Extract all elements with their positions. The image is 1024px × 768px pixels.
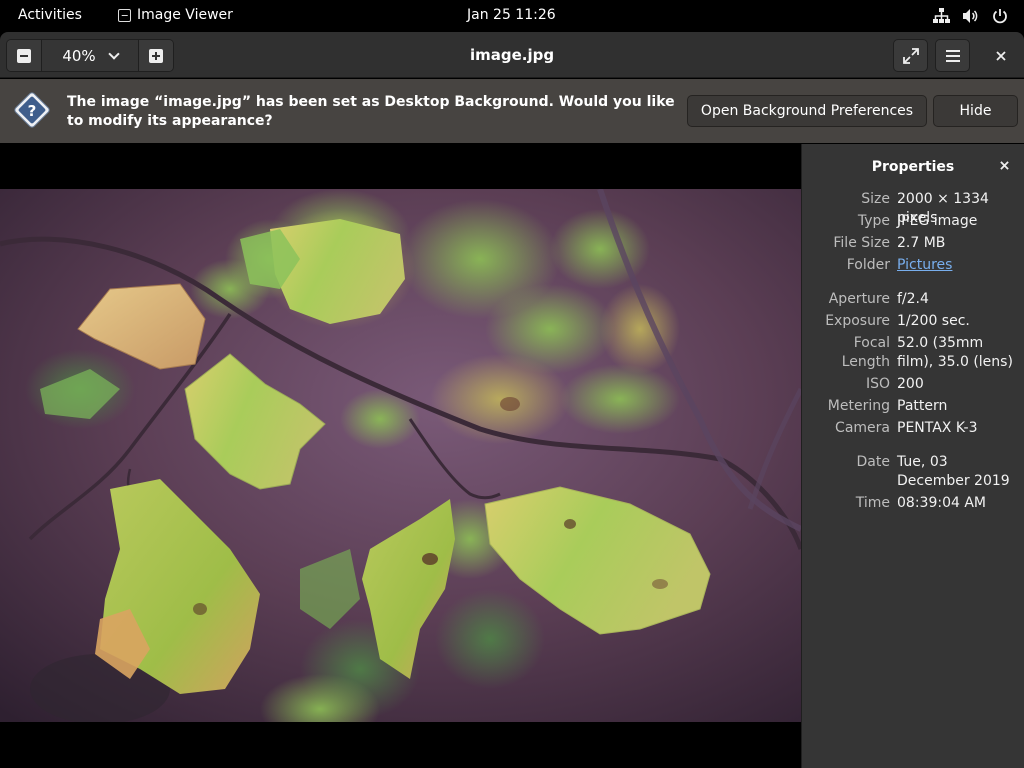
property-key: Time xyxy=(855,495,890,511)
folder-link[interactable]: Pictures xyxy=(897,256,1021,275)
property-key: ISO xyxy=(865,376,890,392)
property-file-size: File Size 2.7 MB xyxy=(802,234,1024,253)
close-icon xyxy=(1000,161,1009,170)
property-exposure: Exposure 1/200 sec. xyxy=(802,312,1024,331)
zoom-in-icon xyxy=(149,48,163,63)
question-icon: ? xyxy=(14,92,50,128)
property-value: Pattern xyxy=(897,398,948,414)
property-focal-length: Focal Length 52.0 (35mm film), 35.0 (len… xyxy=(802,334,1024,372)
property-folder: Folder Pictures xyxy=(802,256,1024,275)
close-icon xyxy=(995,50,1006,61)
property-value: 08:39:04 AM xyxy=(897,495,986,511)
property-key: Focal Length xyxy=(841,335,890,370)
property-type: Type JPEG image xyxy=(802,212,1024,231)
zoom-out-button[interactable] xyxy=(7,40,42,71)
system-tray[interactable] xyxy=(933,8,1008,24)
property-key: Metering xyxy=(827,398,890,414)
property-time: Time 08:39:04 AM xyxy=(802,494,1024,513)
property-date: Date Tue, 03 December 2019 xyxy=(802,453,1024,491)
property-aperture: Aperture f/2.4 xyxy=(802,290,1024,309)
zoom-level-value: 40% xyxy=(62,46,96,65)
clock[interactable]: Jan 25 11:26 xyxy=(467,7,556,23)
info-bar: ? The image “image.jpg” has been set as … xyxy=(0,79,1024,143)
property-key: Folder xyxy=(846,257,890,273)
property-key: Date xyxy=(856,454,890,470)
property-value: 52.0 (35mm film), 35.0 (lens) xyxy=(897,335,1013,370)
property-value: JPEG image xyxy=(897,213,978,229)
zoom-in-button[interactable] xyxy=(138,40,173,71)
zoom-level-dropdown[interactable]: 40% xyxy=(42,40,138,71)
property-metering: Metering Pattern xyxy=(802,397,1024,416)
zoom-out-icon xyxy=(17,48,31,63)
app-name: Image Viewer xyxy=(137,7,233,23)
zoom-control: 40% xyxy=(6,39,174,72)
fullscreen-icon xyxy=(902,47,919,64)
properties-title: Properties xyxy=(871,159,955,175)
property-value: 200 xyxy=(897,376,924,392)
image-viewer-icon xyxy=(118,8,131,22)
properties-sidebar: Properties Size 2000 × 1334 pixels Type … xyxy=(801,144,1024,768)
svg-text:?: ? xyxy=(28,102,37,120)
close-window-button[interactable] xyxy=(983,39,1018,72)
property-key: File Size xyxy=(833,235,890,251)
property-value: Tue, 03 December 2019 xyxy=(897,454,1010,489)
property-value: PENTAX K-3 xyxy=(897,420,978,436)
open-background-preferences-button[interactable]: Open Background Preferences xyxy=(687,95,927,127)
info-message: The image “image.jpg” has been set as De… xyxy=(67,94,675,129)
network-icon[interactable] xyxy=(933,8,950,24)
power-icon[interactable] xyxy=(991,8,1008,24)
property-key: Type xyxy=(857,213,890,229)
property-key: Camera xyxy=(835,420,890,436)
property-key: Exposure xyxy=(825,313,890,329)
chevron-down-icon xyxy=(108,47,120,60)
property-iso: ISO 200 xyxy=(802,375,1024,394)
top-bar: Activities Image Viewer Jan 25 11:26 xyxy=(0,0,1024,32)
property-key: Aperture xyxy=(828,291,890,307)
close-properties-button[interactable] xyxy=(1000,158,1009,174)
hamburger-menu-icon xyxy=(945,49,960,62)
property-value: 1/200 sec. xyxy=(897,313,970,329)
fullscreen-button[interactable] xyxy=(893,39,928,72)
property-camera: Camera PENTAX K-3 xyxy=(802,419,1024,438)
app-menu[interactable]: Image Viewer xyxy=(118,7,233,23)
activities-button[interactable]: Activities xyxy=(18,7,82,23)
volume-icon[interactable] xyxy=(962,8,979,24)
image-canvas[interactable] xyxy=(0,144,801,768)
hide-button[interactable]: Hide xyxy=(933,95,1018,127)
displayed-photo xyxy=(0,189,801,722)
property-value: f/2.4 xyxy=(897,291,929,307)
header-bar: 40% image.jpg xyxy=(0,32,1024,78)
property-value: 2.7 MB xyxy=(897,235,946,251)
main-menu-button[interactable] xyxy=(935,39,970,72)
